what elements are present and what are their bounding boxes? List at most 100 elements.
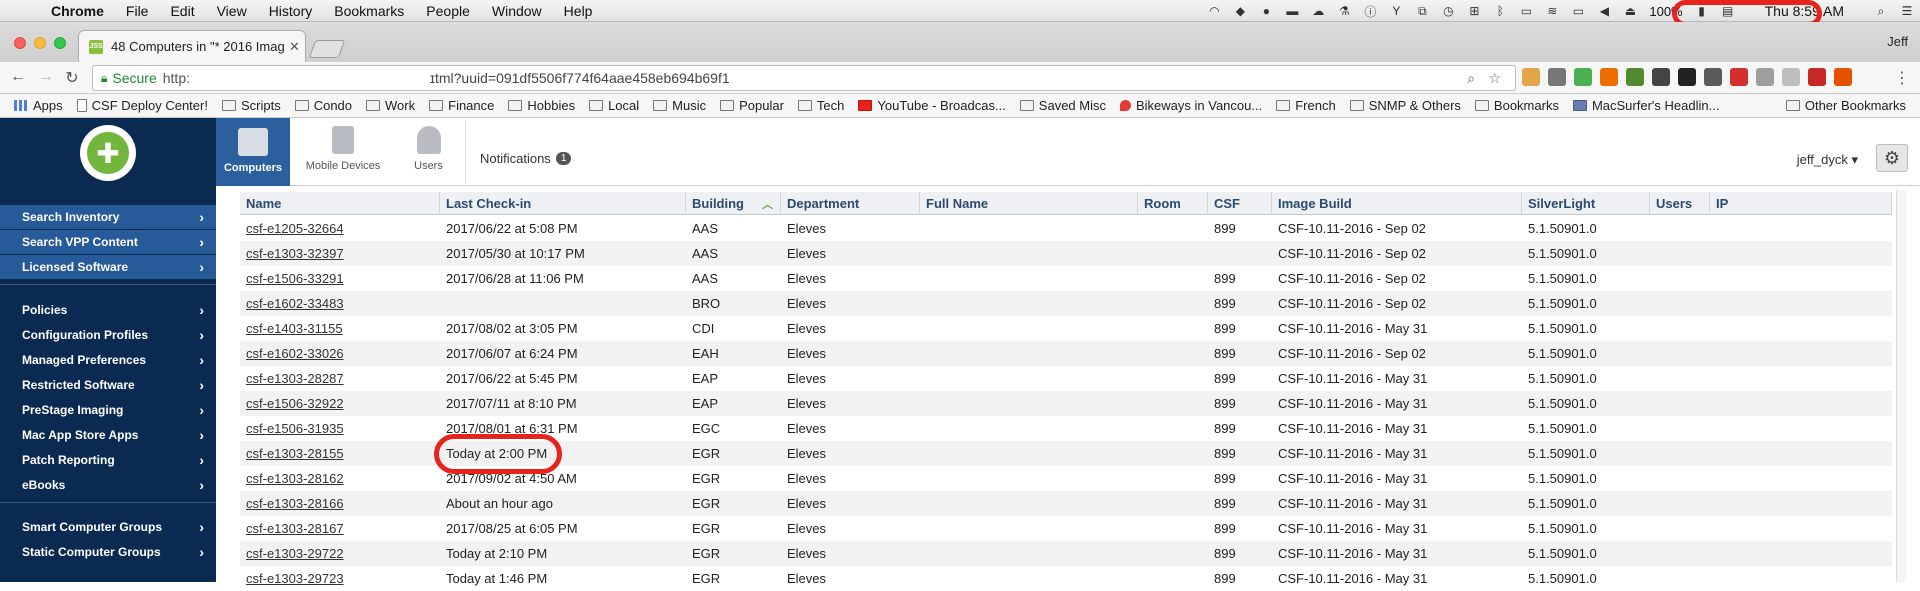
user-menu[interactable]: jeff_dyck ▾	[1797, 152, 1858, 168]
back-arrow-icon[interactable]: ←	[8, 68, 28, 88]
cell-name[interactable]: csf-e1205-32664	[240, 216, 440, 241]
extension-1-icon[interactable]	[1522, 68, 1540, 86]
cell-name[interactable]: csf-e1303-28167	[240, 516, 440, 541]
jamf-logo-icon[interactable]: ✚	[80, 125, 136, 181]
table-row[interactable]: csf-e1602-33483 BRO Eleves 899 CSF-10.11-201…	[240, 291, 1892, 316]
battery-status-icon[interactable]: ▭	[1518, 4, 1534, 18]
bookmark-bikeways[interactable]: Bikeways in Vancou...	[1120, 98, 1262, 113]
column-header-last-check-in[interactable]: Last Check-in	[440, 192, 686, 215]
search-icon[interactable]: ⌕	[1467, 70, 1475, 87]
column-header-name[interactable]: Name	[240, 192, 440, 215]
cell-name[interactable]: csf-e1506-32922	[240, 391, 440, 416]
sidebar-item-ebooks[interactable]: eBooks ›	[0, 473, 216, 497]
table-row[interactable]: csf-e1303-32397 2017/05/30 at 10:17 PM AAS…	[240, 241, 1892, 266]
menu-view[interactable]: View	[206, 3, 258, 19]
column-header-department[interactable]: Department	[781, 192, 920, 215]
bookmark-folder-music[interactable]: Music	[653, 98, 706, 113]
bookmark-other-folder[interactable]: Other Bookmarks	[1785, 98, 1906, 113]
extension-11-icon[interactable]	[1782, 68, 1800, 86]
copy-icon[interactable]: ⧉	[1414, 4, 1430, 18]
window-maximize-button[interactable]	[54, 37, 66, 49]
extension-12-icon[interactable]	[1808, 68, 1826, 86]
extension-4-icon[interactable]	[1600, 68, 1618, 86]
bookmark-folder-bookmarks[interactable]: Bookmarks	[1474, 98, 1559, 113]
column-header-csf[interactable]: CSF	[1208, 192, 1272, 215]
bookmark-folder-saved-misc[interactable]: Saved Misc	[1019, 98, 1106, 113]
extension-10-icon[interactable]	[1756, 68, 1774, 86]
table-row[interactable]: csf-e1303-29722 Today at 2:10 PM EGR Eleves…	[240, 541, 1892, 566]
sidebar-item-restricted-software[interactable]: Restricted Software ›	[0, 373, 216, 397]
extension-9-icon[interactable]	[1730, 68, 1748, 86]
bookmark-youtube[interactable]: YouTube - Broadcas...	[858, 98, 1006, 113]
notifications-link[interactable]: Notifications 1	[480, 151, 572, 166]
cell-name[interactable]: csf-e1303-28166	[240, 491, 440, 516]
extension-6-icon[interactable]	[1652, 68, 1670, 86]
sidebar-item-prestage-imaging[interactable]: PreStage Imaging ›	[0, 398, 216, 422]
window-minimize-button[interactable]	[34, 37, 46, 49]
menu-help[interactable]: Help	[553, 3, 604, 19]
sidebar-item-managed-preferences[interactable]: Managed Preferences ›	[0, 348, 216, 372]
cell-name[interactable]: csf-e1303-28287	[240, 366, 440, 391]
bookmark-folder-french[interactable]: French	[1276, 98, 1336, 113]
bookmark-csf-deploy[interactable]: CSF Deploy Center!	[76, 98, 208, 113]
sidebar-item-configuration-profiles[interactable]: Configuration Profiles ›	[0, 323, 216, 347]
extension-3-icon[interactable]	[1574, 68, 1592, 86]
extension-7-icon[interactable]	[1678, 68, 1696, 86]
menu-app-name[interactable]: Chrome	[40, 3, 115, 19]
column-header-full-name[interactable]: Full Name	[920, 192, 1138, 215]
column-header-users[interactable]: Users	[1650, 192, 1710, 215]
extension-13-icon[interactable]	[1834, 68, 1852, 86]
bookmark-folder-snmp[interactable]: SNMP & Others	[1349, 98, 1461, 113]
wifi-icon[interactable]: ≋	[1544, 4, 1560, 18]
bookmark-star-icon[interactable]: ☆	[1488, 70, 1501, 87]
cell-name[interactable]: csf-e1303-28155	[240, 441, 440, 466]
window-close-button[interactable]	[14, 37, 26, 49]
table-row[interactable]: csf-e1303-28167 2017/08/25 at 6:05 PM EGR E…	[240, 516, 1892, 541]
cell-name[interactable]: csf-e1403-31155	[240, 316, 440, 341]
sidebar-item-patch-reporting[interactable]: Patch Reporting ›	[0, 448, 216, 472]
table-row[interactable]: csf-e1303-28166 About an hour ago EGR Eleve…	[240, 491, 1892, 516]
table-row[interactable]: csf-e1303-28287 2017/06/22 at 5:45 PM EAP E…	[240, 366, 1892, 391]
branch-icon[interactable]: Y	[1388, 4, 1404, 18]
reload-icon[interactable]: ↻	[62, 68, 82, 88]
sidebar-item-search-vpp-content[interactable]: Search VPP Content ›	[0, 230, 216, 254]
helper-icon[interactable]: ●	[1258, 4, 1274, 18]
menu-history[interactable]: History	[258, 3, 324, 19]
chrome-menu-icon[interactable]: ⋮	[1894, 68, 1910, 88]
table-row[interactable]: csf-e1506-33291 2017/06/28 at 11:06 PM AAS…	[240, 266, 1892, 291]
bookmark-macsurfer[interactable]: MacSurfer's Headlin...	[1572, 98, 1719, 113]
browser-tab-active[interactable]: JSS 48 Computers in "* 2016 Imag ✕	[78, 30, 306, 62]
menu-bookmarks[interactable]: Bookmarks	[323, 3, 415, 19]
forward-arrow-icon[interactable]: →	[36, 68, 56, 88]
extension-8-icon[interactable]	[1704, 68, 1722, 86]
bookmark-folder-work[interactable]: Work	[366, 98, 415, 113]
sidebar-item-smart-computer-groups[interactable]: Smart Computer Groups ›	[0, 515, 216, 539]
column-header-ip[interactable]: IP	[1710, 192, 1892, 215]
column-header-room[interactable]: Room	[1138, 192, 1208, 215]
cell-name[interactable]: csf-e1303-29723	[240, 566, 440, 591]
cell-name[interactable]: csf-e1303-28162	[240, 466, 440, 491]
cell-name[interactable]: csf-e1303-29722	[240, 541, 440, 566]
cell-name[interactable]: csf-e1506-31935	[240, 416, 440, 441]
column-header-silverlight[interactable]: SilverLight	[1522, 192, 1650, 215]
bookmark-folder-tech[interactable]: Tech	[797, 98, 844, 113]
docker-icon[interactable]: ▬	[1284, 4, 1300, 18]
bookmark-folder-scripts[interactable]: Scripts	[221, 98, 281, 113]
eject-icon[interactable]: ⏏	[1622, 4, 1638, 18]
address-bar[interactable]: 🔒︎ Secure http: ɪtml?uuid=091df5506f774f…	[92, 65, 1516, 91]
tab-users[interactable]: Users	[392, 120, 466, 184]
bookmark-folder-hobbies[interactable]: Hobbies	[508, 98, 575, 113]
headphones-icon[interactable]: ◠	[1206, 4, 1222, 18]
time-machine-icon[interactable]: ◷	[1440, 4, 1456, 18]
sidebar-item-mac-app-store-apps[interactable]: Mac App Store Apps ›	[0, 423, 216, 447]
profile-name[interactable]: Jeff	[1887, 34, 1908, 49]
menu-window[interactable]: Window	[481, 3, 553, 19]
tab-computers[interactable]: Computers	[216, 118, 290, 186]
airplay-icon[interactable]: ▭	[1570, 4, 1586, 18]
bookmark-folder-popular[interactable]: Popular	[720, 98, 784, 113]
extension-2-icon[interactable]	[1548, 68, 1566, 86]
table-row[interactable]: csf-e1506-32922 2017/07/11 at 8:10 PM EAP E…	[240, 391, 1892, 416]
sidebar-item-licensed-software[interactable]: Licensed Software ›	[0, 255, 216, 279]
bookmark-apps[interactable]: Apps	[14, 98, 63, 113]
volume-icon[interactable]: ◀	[1596, 4, 1612, 18]
